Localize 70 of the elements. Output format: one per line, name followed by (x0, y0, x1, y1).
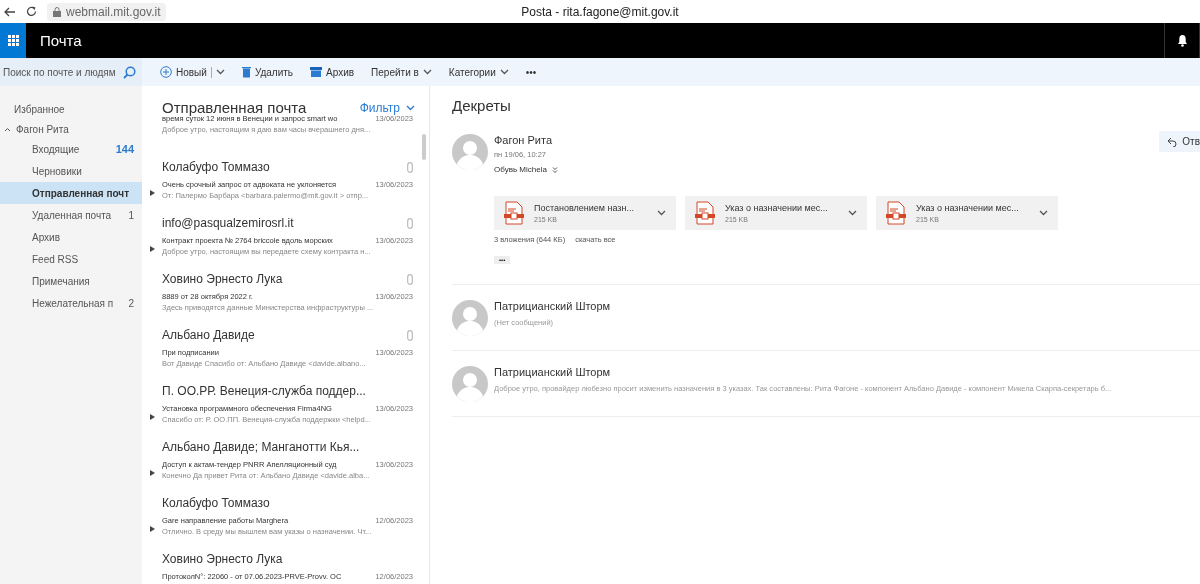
expand-triangle-icon[interactable] (150, 190, 155, 196)
more-button[interactable]: ••• (525, 64, 537, 80)
chevron-down-icon (215, 69, 225, 75)
avatar-icon (452, 300, 488, 336)
toolbar-button[interactable]: Новый (160, 64, 225, 80)
folder-item[interactable]: Feed RSS (0, 248, 142, 270)
search-icon[interactable] (123, 65, 136, 79)
folder-item[interactable]: Черновики (0, 160, 142, 182)
message-sender[interactable]: info@pasqualzemirosrl.it (162, 216, 294, 230)
message-sender[interactable]: Колабуфо Томмазо (162, 496, 270, 510)
pdf-file-icon (504, 201, 524, 225)
sender-name[interactable]: Патрицианский Шторм (494, 366, 1112, 378)
scrollbar-thumb[interactable] (422, 134, 426, 160)
trash-icon (241, 66, 251, 78)
sender-name[interactable]: Фагон Рита (494, 134, 558, 146)
pdf-file-icon (695, 201, 715, 225)
toolbar-button[interactable]: Архив (310, 64, 355, 80)
chevron-down-icon (1039, 210, 1048, 216)
chevron-down-icon (422, 69, 432, 75)
pdf-file-icon (886, 201, 906, 225)
folder-item[interactable]: Нежелательная п 2 (0, 292, 142, 314)
folder-item[interactable]: Архив (0, 226, 142, 248)
message-sender[interactable]: Альбано Давиде; Манганотти Кья... (162, 440, 360, 454)
unread-count: 2 (128, 297, 134, 309)
toolbar-button[interactable]: Перейти в (371, 64, 432, 80)
message-sender[interactable]: П. ОО.РР. Венеция-служба поддер... (162, 384, 366, 398)
folder-item[interactable]: Отправленная почт (0, 182, 142, 204)
search-box[interactable]: Поиск по почте и людям (0, 58, 142, 86)
recipient-name[interactable]: Обувь Michela (494, 165, 547, 174)
chevron-down-icon (657, 210, 666, 216)
folder-item[interactable]: Примечания (0, 270, 142, 292)
conversation-title: Декреты (452, 97, 511, 114)
expand-triangle-icon[interactable] (150, 414, 155, 420)
unread-count: 1 (128, 209, 134, 221)
reply-button[interactable]: Отв (1159, 131, 1200, 152)
folder-item[interactable]: Входящие 144 (0, 138, 142, 160)
avatar-icon (452, 134, 488, 170)
favorites-label[interactable]: Избранное (14, 104, 65, 115)
filter-button[interactable]: Фильтр (359, 100, 415, 115)
account-name[interactable]: Фагон Рита (16, 124, 69, 135)
expand-triangle-icon[interactable] (150, 526, 155, 532)
message-sender[interactable]: Ховино Эрнесто Лука (162, 272, 283, 286)
message-sender[interactable]: Альбано Давиде (162, 328, 255, 342)
app-title: Почта (40, 32, 82, 49)
reply-arrow-icon (1167, 136, 1178, 147)
folder-item[interactable]: Удаленная почта 1 (0, 204, 142, 226)
collapse-caret-icon[interactable] (4, 127, 11, 132)
toolbar-button[interactable]: Удалить (241, 64, 294, 80)
address-bar[interactable]: webmail.mit.gov.it (47, 2, 167, 21)
bell-icon (1176, 34, 1188, 47)
lock-icon (53, 6, 61, 17)
back-arrow-icon[interactable] (4, 6, 16, 17)
chevron-down-icon (406, 104, 415, 111)
sender-name[interactable]: Патрицианский Шторм (494, 300, 611, 312)
unread-count: 144 (115, 143, 134, 155)
toolbar-button[interactable]: Категории (448, 64, 509, 80)
archive-box-icon (310, 67, 323, 77)
page-title: Posta - rita.fagone@mit.gov.it (521, 4, 679, 19)
reload-icon[interactable] (26, 6, 37, 17)
grid-icon (7, 35, 19, 46)
plus-circle-icon (160, 66, 172, 78)
message-sender[interactable]: Ховино Эрнесто Лука (162, 552, 283, 566)
message-sender[interactable]: Колабуфо Томмазо (162, 160, 270, 174)
chevron-down-icon (848, 210, 857, 216)
expand-triangle-icon[interactable] (150, 246, 155, 252)
app-launcher-button[interactable] (0, 23, 26, 58)
folder-title: Отправленная почта (162, 99, 307, 116)
avatar-icon (452, 366, 488, 402)
expand-triangle-icon[interactable] (150, 470, 155, 476)
chevron-down-icon (499, 69, 509, 75)
